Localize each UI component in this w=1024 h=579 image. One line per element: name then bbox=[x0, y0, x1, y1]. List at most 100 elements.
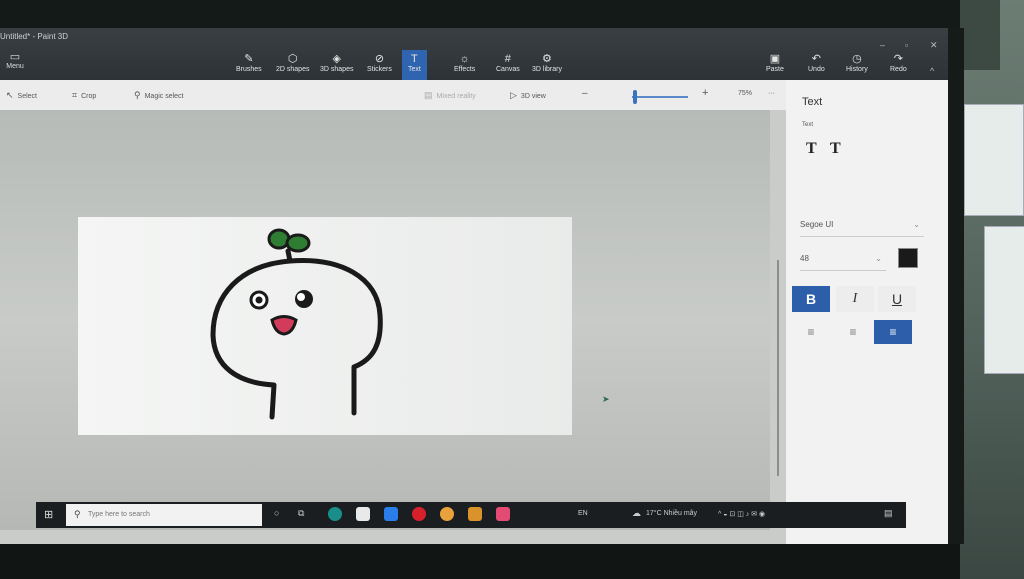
doodle-pupil-left bbox=[255, 296, 263, 304]
history-icon: ◷ bbox=[852, 53, 862, 65]
select-button[interactable]: ↖ Select bbox=[6, 90, 37, 101]
align-right-icon: ≡ bbox=[889, 325, 897, 339]
history-button[interactable]: ◷ History bbox=[846, 52, 868, 73]
minimize-icon[interactable]: – bbox=[880, 40, 885, 50]
paste-icon: ▣ bbox=[769, 53, 781, 65]
mixed-reality-button[interactable]: ▤ Mixed reality bbox=[424, 90, 476, 101]
system-tray-icons[interactable]: ^ ◒ ⊡ ◫ ♪ ✉ ◉ bbox=[718, 510, 765, 518]
redo-icon: ↷ bbox=[893, 53, 903, 65]
chrome-icon[interactable] bbox=[440, 507, 454, 521]
text-side-panel: Text Text T Ƭ Segoe UI ⌄ 48 ⌄ B I U ≡ ≡ … bbox=[786, 80, 948, 544]
3d-view-icon: ▷ bbox=[510, 90, 517, 100]
ribbon-tool-label: Canvas bbox=[496, 66, 520, 73]
workspace: ➤ bbox=[0, 110, 779, 530]
tool-options-bar: ↖ Select ⌗ Crop ⚲ Magic select ▤ Mixed reali… bbox=[0, 80, 786, 110]
crop-icon: ⌗ bbox=[72, 90, 78, 100]
zoom-app-icon[interactable] bbox=[384, 507, 398, 521]
underline-button[interactable]: U bbox=[878, 286, 916, 312]
drawing-canvas[interactable] bbox=[78, 217, 572, 435]
zoom-out-button[interactable]: – bbox=[582, 88, 588, 99]
explorer-store-icon[interactable] bbox=[356, 507, 370, 521]
maximize-icon[interactable]: ▫ bbox=[905, 40, 908, 50]
close-icon[interactable]: ✕ bbox=[930, 40, 938, 51]
3d-text-icon: Ƭ bbox=[830, 140, 841, 157]
menu-button[interactable]: ▭ Menu bbox=[4, 50, 26, 70]
magic-select-button[interactable]: ⚲ Magic select bbox=[134, 90, 184, 101]
menu-icon: ▭ bbox=[9, 51, 21, 63]
ribbon-tool-label: Undo bbox=[808, 66, 825, 73]
align-right-button[interactable]: ≡ bbox=[874, 320, 912, 344]
ribbon-tool-label: Effects bbox=[454, 66, 476, 73]
bold-button[interactable]: B bbox=[792, 286, 830, 312]
background-wall bbox=[960, 0, 1024, 579]
ribbon-tool-2d-shapes[interactable]: ⬡ 2D shapes bbox=[276, 52, 309, 73]
align-center-button[interactable]: ≡ bbox=[834, 320, 872, 344]
zoom-slider[interactable] bbox=[632, 96, 688, 98]
ribbon-tool-label: History bbox=[846, 66, 868, 73]
3d-library-icon: ⚙ bbox=[542, 53, 552, 65]
wall-note bbox=[964, 104, 1024, 216]
paste-button[interactable]: ▣ Paste bbox=[766, 52, 784, 73]
align-center-icon: ≡ bbox=[849, 325, 857, 339]
zoom-in-button[interactable]: + bbox=[702, 87, 708, 99]
monitor-bezel-top bbox=[0, 0, 975, 28]
edge-icon[interactable] bbox=[328, 507, 342, 521]
ribbon-tool-text[interactable]: T Text bbox=[402, 50, 427, 80]
ribbon-tool-label: Brushes bbox=[236, 66, 262, 73]
taskbar-search-box[interactable]: ⚲ Type here to search bbox=[66, 504, 262, 526]
windows-start-icon[interactable]: ⊞ bbox=[44, 508, 53, 521]
2d-text-tool-button[interactable]: T bbox=[806, 140, 817, 158]
ribbon-tool-3d-shapes[interactable]: ◈ 3D shapes bbox=[320, 52, 353, 73]
opera-icon[interactable] bbox=[412, 507, 426, 521]
ribbon-tool-effects[interactable]: ☼ Effects bbox=[454, 52, 475, 73]
vertical-scrollbar[interactable] bbox=[777, 260, 779, 476]
ribbon-tool-label: Redo bbox=[890, 66, 907, 73]
undo-button[interactable]: ↶ Undo bbox=[808, 52, 825, 73]
crop-button[interactable]: ⌗ Crop bbox=[72, 90, 96, 101]
weather-text[interactable]: 17°C Nhiều mây bbox=[646, 510, 697, 517]
windows-taskbar: ⊞ ⚲ Type here to search ○ ⧉ EN ☁ 17°C Nh… bbox=[36, 502, 906, 528]
ribbon-tool-label: 2D shapes bbox=[276, 66, 310, 73]
notification-icon[interactable]: ▤ bbox=[884, 508, 893, 519]
undo-icon: ↶ bbox=[811, 53, 821, 65]
chevron-down-icon: ⌄ bbox=[875, 254, 882, 263]
more-options-button[interactable]: ··· bbox=[768, 90, 775, 97]
3d-text-tool-button[interactable]: Ƭ bbox=[830, 140, 841, 158]
3d-view-label: 3D view bbox=[520, 93, 546, 100]
magic-select-label: Magic select bbox=[144, 93, 184, 100]
widgets-icon[interactable]: ⧉ bbox=[298, 508, 304, 519]
font-size-dropdown[interactable]: 48 ⌄ bbox=[800, 248, 886, 271]
3d-view-button[interactable]: ▷ 3D view bbox=[510, 90, 546, 101]
align-left-button[interactable]: ≡ bbox=[792, 320, 830, 344]
task-view-icon[interactable]: ○ bbox=[274, 508, 279, 518]
wall-decoration bbox=[960, 0, 1000, 70]
doodle-body-outline bbox=[210, 257, 383, 420]
chevron-up-icon[interactable]: ^ bbox=[930, 66, 934, 76]
search-icon: ⚲ bbox=[74, 509, 81, 519]
zoom-slider-thumb[interactable] bbox=[633, 90, 637, 104]
language-indicator[interactable]: EN bbox=[578, 510, 588, 517]
cloud-icon: ☁ bbox=[632, 508, 641, 518]
doodle-eye-highlight bbox=[297, 293, 305, 301]
ribbon-tool-brushes[interactable]: ✎ Brushes bbox=[236, 52, 262, 73]
chevron-down-icon: ⌄ bbox=[913, 220, 920, 229]
monitor-bezel-bottom bbox=[0, 544, 960, 579]
mixed-reality-label: Mixed reality bbox=[436, 93, 476, 100]
redo-button[interactable]: ↷ Redo bbox=[890, 52, 907, 73]
effects-icon: ☼ bbox=[459, 53, 470, 65]
window-title: Untitled* - Paint 3D bbox=[0, 32, 69, 41]
search-placeholder: Type here to search bbox=[88, 511, 150, 518]
panel-title: Text bbox=[802, 96, 823, 108]
italic-button[interactable]: I bbox=[836, 286, 874, 312]
brush-icon: ✎ bbox=[244, 53, 254, 65]
ribbon-tool-stickers[interactable]: ⊘ Stickers bbox=[367, 52, 392, 73]
paint-3d-icon[interactable] bbox=[496, 507, 510, 521]
text-color-swatch[interactable] bbox=[898, 248, 918, 268]
3d-shapes-icon: ◈ bbox=[332, 53, 341, 65]
font-size-value: 48 bbox=[800, 254, 809, 263]
ribbon-tool-canvas[interactable]: # Canvas bbox=[496, 52, 520, 73]
file-explorer-icon[interactable] bbox=[468, 507, 482, 521]
ribbon-tool-3d-library[interactable]: ⚙ 3D library bbox=[532, 52, 562, 73]
magic-select-icon: ⚲ bbox=[134, 90, 141, 100]
font-family-dropdown[interactable]: Segoe UI ⌄ bbox=[800, 214, 924, 237]
